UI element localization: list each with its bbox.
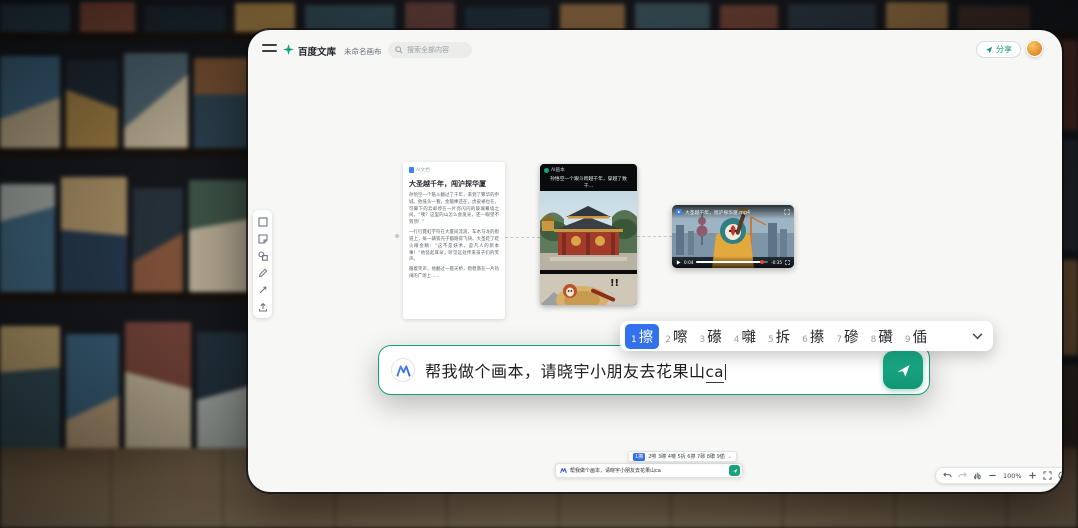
connector-tool-icon[interactable]: [256, 283, 269, 296]
mini-paper-plane-icon: [732, 468, 738, 474]
expand-icon[interactable]: [784, 209, 790, 215]
doc-paragraph: 循着笑声，他翻过一座天桥，稳稳落在一片热闹的广场上……: [409, 267, 499, 281]
fit-to-screen-icon[interactable]: [1043, 471, 1052, 480]
ai-assistant-logo-icon: [391, 358, 415, 382]
doc-paragraph: 孙悟空一个筋斗翻过了千年，来到了繁华的申城。他低头一看，金箍棒还在，虎皮裙也在，…: [409, 193, 499, 227]
video-file-icon: [676, 209, 682, 215]
app-logo-icon: [283, 44, 294, 55]
ai-video-card[interactable]: 大圣越千年，闯沪探华厦.mp4 0:04 -0:35: [672, 205, 794, 268]
svg-text:?: ?: [1061, 473, 1062, 479]
connector-storyboard-to-video: [637, 236, 672, 237]
mini-ai-logo-icon: [560, 467, 567, 474]
canvas-zoom-controls: 100% ?: [935, 467, 1062, 484]
storyboard-panel-monkey-image: !!: [540, 274, 637, 305]
app-window: 百度文库 未命名画布 搜索全部内容 分享 AI文档 大圣越千年，闯沪探华厦 孙悟…: [248, 30, 1062, 492]
doc-badge-label: AI文档: [416, 167, 430, 173]
video-title-bar: 大圣越千年，闯沪探华厦.mp4: [672, 205, 794, 219]
search-icon: [395, 46, 403, 54]
ime-candidate-bar: 1擦 2嚓 3礤 4囃 5拆 6攃 7磣 8礸 9偛: [620, 321, 993, 351]
ime-candidate-5[interactable]: 5拆: [762, 324, 796, 349]
search-placeholder: 搜索全部内容: [407, 45, 449, 55]
user-avatar[interactable]: [1026, 40, 1043, 57]
doc-card-badge: AI文档: [409, 167, 499, 173]
play-icon[interactable]: [676, 260, 681, 265]
storyboard-panel-temple-image: [540, 191, 637, 270]
canvas-tool-rail: [253, 210, 272, 318]
connector-doc-to-storyboard: [505, 237, 540, 238]
prompt-composition-text: ca: [706, 363, 724, 383]
canvas-title[interactable]: 未命名画布: [344, 46, 382, 57]
chevron-down-icon[interactable]: [972, 333, 983, 340]
text-caret: [725, 364, 726, 380]
video-filename: 大圣越千年，闯沪探华厦.mp4: [685, 209, 781, 216]
share-icon: [985, 46, 993, 54]
paper-plane-icon: [895, 362, 912, 379]
search-box[interactable]: 搜索全部内容: [388, 42, 472, 58]
undo-icon[interactable]: [943, 471, 952, 480]
share-button[interactable]: 分享: [976, 41, 1021, 58]
prompt-committed-text: 帮我做个画本，请晓宇小朋友去花果山: [425, 362, 706, 381]
hand-tool-icon[interactable]: [973, 471, 982, 480]
video-remaining-time: -0:35: [771, 260, 782, 265]
connector-handle-dot[interactable]: [395, 234, 399, 238]
storyboard-badge-label: AI画本: [551, 167, 565, 173]
mini-prompt-input[interactable]: 帮我做个画本，请晓宇小朋友去花果山ca: [555, 463, 743, 478]
doc-icon: [409, 167, 414, 173]
ime-candidate-8[interactable]: 8礸: [865, 324, 899, 349]
shapes-tool-icon[interactable]: [256, 249, 269, 262]
ime-candidate-2[interactable]: 2嚓: [659, 324, 693, 349]
storyboard-icon: [544, 168, 549, 173]
doc-paragraph: 一行行霓虹字符在大厦间流淌，车水马龙的街道上，每一辆铁壳子都跑得飞快。大圣眨了眨…: [409, 230, 499, 264]
mini-send-button[interactable]: [729, 465, 740, 476]
sticky-note-tool-icon[interactable]: [256, 232, 269, 245]
ai-doc-card[interactable]: AI文档 大圣越千年，闯沪探华厦 孙悟空一个筋斗翻过了千年，来到了繁华的申城。他…: [403, 162, 505, 319]
video-progress-bar[interactable]: [696, 261, 768, 263]
ime-candidate-4[interactable]: 4囃: [728, 324, 762, 349]
storyboard-caption: 孙悟空一个跟斗跨越千年，穿越了数千…: [546, 177, 631, 190]
zoom-out-icon[interactable]: [988, 471, 997, 480]
fullscreen-icon[interactable]: [785, 260, 790, 265]
ime-candidate-1[interactable]: 1擦: [625, 324, 659, 349]
video-controls: 0:04 -0:35: [672, 256, 794, 268]
ime-candidate-7[interactable]: 7磣: [830, 324, 864, 349]
upload-tool-icon[interactable]: [256, 300, 269, 313]
prompt-input[interactable]: 帮我做个画本，请晓宇小朋友去花果山ca: [378, 345, 930, 395]
share-label: 分享: [996, 44, 1012, 55]
mini-ime-selected: 1擦: [633, 453, 645, 461]
ime-candidate-9[interactable]: 9偛: [899, 324, 933, 349]
video-current-time: 0:04: [684, 260, 693, 265]
zoom-in-icon[interactable]: [1028, 471, 1037, 480]
mini-prompt-text: 帮我做个画本，请晓宇小朋友去花果山ca: [570, 467, 726, 474]
mini-chevron-down-icon: ⌄: [728, 454, 732, 460]
menu-icon[interactable]: [262, 44, 277, 54]
zoom-level-label[interactable]: 100%: [1003, 472, 1022, 480]
help-icon[interactable]: ?: [1058, 471, 1062, 480]
mini-ime-candidate-bar[interactable]: 1擦 2嚓 3礤 4囃 5拆 6攃 7磣 8礸 9偛 ⌄: [628, 451, 737, 462]
select-tool-icon[interactable]: [256, 215, 269, 228]
ime-candidate-6[interactable]: 6攃: [796, 324, 830, 349]
ai-storyboard-card[interactable]: AI画本 孙悟空一个跟斗跨越千年，穿越了数千…: [540, 164, 637, 305]
mini-ime-candidates: 2嚓 3礤 4囃 5拆 6攃 7磣 8礸 9偛: [648, 453, 725, 460]
redo-icon[interactable]: [958, 471, 967, 480]
storyboard-badge: AI画本: [544, 167, 565, 173]
send-button[interactable]: [883, 351, 923, 389]
exclamation-marks: !!: [610, 278, 619, 289]
prompt-text[interactable]: 帮我做个画本，请晓宇小朋友去花果山ca: [425, 358, 873, 382]
doc-card-title: 大圣越千年，闯沪探华厦: [409, 179, 499, 189]
video-progress-knob[interactable]: [760, 260, 764, 264]
app-name: 百度文库: [298, 44, 336, 58]
ime-candidate-3[interactable]: 3礤: [693, 324, 727, 349]
pen-tool-icon[interactable]: [256, 266, 269, 279]
